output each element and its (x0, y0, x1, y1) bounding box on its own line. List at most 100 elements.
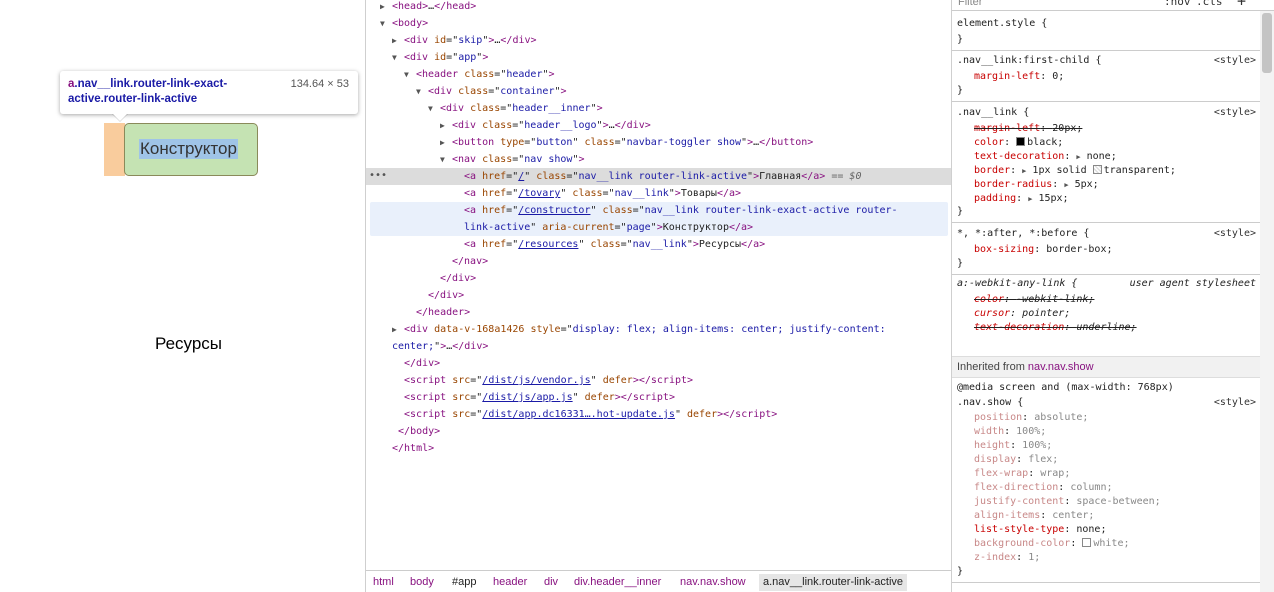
dom-node-line[interactable]: ▶ <button type="button" class="navbar-tog… (440, 134, 813, 151)
dom-node-line[interactable]: ▼ <body> (380, 15, 428, 32)
expand-shorthand-icon[interactable]: ▶ (1076, 153, 1080, 161)
dom-node-line[interactable]: ▶ <head>…</head> (380, 0, 476, 15)
css-declaration[interactable]: align-items: center; (974, 509, 1094, 523)
dom-node-line[interactable]: ▼ <div class="container"> (416, 83, 567, 100)
color-swatch-icon[interactable] (1082, 538, 1092, 547)
scrollbar-thumb[interactable] (1262, 13, 1272, 73)
dom-node-line[interactable]: <a href="/constructor" class="nav__link … (452, 202, 898, 219)
dom-node-line[interactable]: <a href="/resources" class="nav__link">Р… (452, 236, 765, 253)
breadcrumb-item[interactable]: div.header__inner (570, 574, 665, 591)
collapse-triangle-icon[interactable]: ▼ (380, 15, 392, 32)
dom-node-line[interactable]: <script src="/dist/js/app.js" defer></sc… (392, 389, 675, 406)
rule4-selector[interactable]: a:-webkit-any-link { (957, 277, 1077, 291)
expand-shorthand-icon[interactable]: ▶ (1064, 181, 1068, 189)
dom-node-line[interactable]: </body> (380, 423, 440, 440)
dom-node-line[interactable]: ▼ <header class="header"> (404, 66, 555, 83)
dom-node-line[interactable]: ▶ <div class="header__logo">…</div> (440, 117, 651, 134)
dom-node-line[interactable]: ▼ <nav class="nav show"> (440, 151, 585, 168)
collapse-triangle-icon[interactable]: ▼ (440, 151, 452, 168)
dom-node-line[interactable]: ▶ <div id="skip">…</div> (392, 32, 537, 49)
dom-node-line[interactable]: </nav> (440, 253, 488, 270)
elements-panel[interactable]: ▶ <head>…</head> ▼ <body> ▶ <div id="skip">…<… (366, 0, 952, 592)
css-declaration[interactable]: margin-left: 20px; (974, 122, 1082, 136)
collapse-triangle-icon[interactable]: ▼ (404, 66, 416, 83)
css-declaration[interactable]: background-color: white; (974, 537, 1130, 551)
resources-link[interactable]: Ресурсы (155, 334, 222, 354)
css-declaration[interactable]: justify-content: space-between; (974, 495, 1161, 509)
css-declaration[interactable]: color: -webkit-link; (974, 293, 1094, 307)
dom-node-line[interactable]: <a href="/" class="nav__link router-link… (366, 168, 951, 185)
add-rule-button[interactable]: + (1237, 0, 1246, 10)
css-declaration[interactable]: display: flex; (974, 453, 1058, 467)
dom-node-line[interactable]: <script src="/dist/app.dc16331….hot-upda… (392, 406, 777, 423)
expand-triangle-icon[interactable]: ▶ (440, 134, 452, 151)
dom-node-line[interactable]: ▶ <div data-v-168a1426 style="display: fl… (392, 321, 886, 338)
constructor-link-highlight[interactable]: Конструктор (124, 123, 258, 176)
css-declaration[interactable]: flex-direction: column; (974, 481, 1113, 495)
css-declaration[interactable]: width: 100%; (974, 425, 1046, 439)
rule3-selector[interactable]: *, *:after, *:before { (957, 227, 1089, 241)
page-preview[interactable]: a.nav__link.router-link-exact-active.rou… (0, 0, 366, 592)
collapse-triangle-icon[interactable]: ▼ (392, 49, 404, 66)
dom-node-line[interactable]: </div> (416, 287, 464, 304)
dom-node-line[interactable]: </html> (380, 440, 434, 457)
rule2-source-link[interactable]: <style> (1214, 106, 1256, 120)
dom-node-line[interactable]: </header> (404, 304, 470, 321)
hov-toggle-button[interactable]: :hov (1164, 0, 1191, 8)
breadcrumb-item[interactable]: div (540, 574, 562, 591)
color-swatch-icon[interactable] (1016, 137, 1026, 146)
element-style-selector[interactable]: element.style { (957, 17, 1047, 31)
css-declaration[interactable]: cursor: pointer; (974, 307, 1070, 321)
inherited-from-link[interactable]: nav.nav.show (1028, 361, 1094, 373)
breadcrumb-item[interactable]: header (489, 574, 531, 591)
styles-scrollbar[interactable] (1260, 11, 1274, 592)
collapse-triangle-icon[interactable]: ▼ (428, 100, 440, 117)
expand-triangle-icon[interactable]: ▶ (380, 0, 392, 15)
node-actions-icon[interactable]: ••• (369, 170, 387, 181)
inherited-header: Inherited from nav.nav.show (952, 356, 1260, 378)
breadcrumb-item[interactable]: body (406, 574, 438, 591)
css-declaration[interactable]: position: absolute; (974, 411, 1088, 425)
dom-node-line[interactable]: <script src="/dist/js/vendor.js" defer><… (392, 372, 693, 389)
css-declaration[interactable]: border-radius: ▶ 5px; (974, 178, 1099, 192)
css-declaration[interactable]: text-decoration: underline; (974, 321, 1137, 335)
rule3-declaration[interactable]: box-sizing: border-box; (974, 243, 1113, 257)
color-swatch-icon[interactable] (1092, 165, 1102, 174)
expand-shorthand-icon[interactable]: ▶ (1028, 195, 1032, 203)
dom-node-line[interactable]: <a href="/tovary" class="nav__link">Това… (452, 185, 741, 202)
rule5-source-link[interactable]: <style> (1214, 396, 1256, 410)
css-declaration[interactable]: border: ▶ 1px solid transparent; (974, 164, 1176, 178)
breadcrumb-item[interactable]: html (369, 574, 398, 591)
dom-node-line[interactable]: center;">…</div> (380, 338, 488, 355)
breadcrumb-item[interactable]: a.nav__link.router-link-active (759, 574, 908, 591)
expand-triangle-icon[interactable]: ▶ (392, 321, 404, 338)
breadcrumb-item[interactable]: nav.nav.show (676, 574, 750, 591)
expand-shorthand-icon[interactable]: ▶ (1022, 167, 1026, 175)
rule1-selector[interactable]: .nav__link:first-child { (957, 54, 1102, 68)
dom-node-line[interactable]: link-active" aria-current="page">Констру… (452, 219, 753, 236)
css-declaration[interactable]: z-index: 1; (974, 551, 1040, 565)
css-declaration[interactable]: padding: ▶ 15px; (974, 192, 1069, 206)
css-declaration[interactable]: flex-wrap: wrap; (974, 467, 1070, 481)
styles-panel[interactable]: Filter :hov .cls + element.style { } .na… (952, 0, 1274, 592)
dom-node-line[interactable]: ▼ <div id="app"> (392, 49, 488, 66)
rule2-selector[interactable]: .nav__link { (957, 106, 1029, 120)
dom-node-line[interactable]: </div> (428, 270, 476, 287)
dom-node-line[interactable]: ▼ <div class="header__inner"> (428, 100, 603, 117)
cls-toggle-button[interactable]: .cls (1196, 0, 1223, 8)
rule5-selector[interactable]: .nav.show { (957, 396, 1023, 410)
filter-input[interactable]: Filter (958, 0, 982, 8)
media-query: @media screen and (max-width: 768px) (957, 382, 1174, 393)
css-declaration[interactable]: color: black; (974, 136, 1063, 150)
collapse-triangle-icon[interactable]: ▼ (416, 83, 428, 100)
rule1-source-link[interactable]: <style> (1214, 54, 1256, 68)
css-declaration[interactable]: height: 100%; (974, 439, 1052, 453)
expand-triangle-icon[interactable]: ▶ (440, 117, 452, 134)
expand-triangle-icon[interactable]: ▶ (392, 32, 404, 49)
css-declaration[interactable]: text-decoration: ▶ none; (974, 150, 1117, 164)
rule1-declaration[interactable]: margin-left: 0; (974, 70, 1064, 84)
css-declaration[interactable]: list-style-type: none; (974, 523, 1106, 537)
rule3-source-link[interactable]: <style> (1214, 227, 1256, 241)
breadcrumb-item[interactable]: #app (448, 574, 480, 591)
dom-node-line[interactable]: </div> (392, 355, 440, 372)
